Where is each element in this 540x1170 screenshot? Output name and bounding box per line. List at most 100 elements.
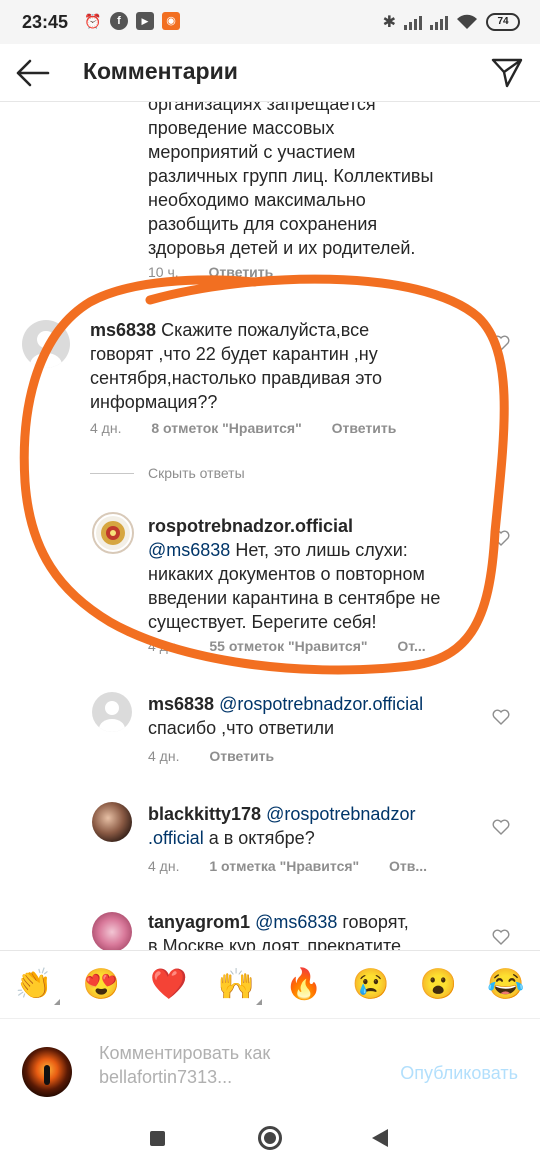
text-line: говорят ,что 22 будет карантин ,ну bbox=[90, 344, 378, 364]
comment-username[interactable]: rospotrebnadzor.official bbox=[148, 516, 353, 536]
like-heart-icon[interactable] bbox=[492, 819, 510, 835]
emblem-icon bbox=[96, 516, 130, 550]
partial-comment-text: организациях запрещается проведение масс… bbox=[148, 102, 433, 260]
mention-link-cont[interactable]: .official bbox=[148, 828, 204, 848]
text-span: а в октябре? bbox=[203, 828, 315, 848]
back-triangle-icon[interactable] bbox=[372, 1129, 388, 1147]
reply-button[interactable]: Ответить bbox=[209, 264, 274, 280]
text-line: никаких документов о повторном bbox=[148, 564, 425, 584]
text-line: tanyagrom1 @ms6838 говорят, bbox=[148, 910, 488, 934]
notification-icons: ⏰ f ▶ ◉ bbox=[84, 12, 180, 30]
text-line: информация?? bbox=[90, 392, 218, 412]
text-line: @ms6838 Нет, это лишь слухи: bbox=[148, 538, 488, 562]
facebook-icon: f bbox=[110, 12, 128, 30]
comment-time: 4 дн. bbox=[148, 638, 180, 654]
comment-text: tanyagrom1 @ms6838 говорят, в Москве кур… bbox=[148, 910, 488, 950]
text-line: существует. Берегите себя! bbox=[148, 612, 377, 632]
text-span: Нет, это лишь слухи: bbox=[230, 540, 408, 560]
comment-text: ms6838 Скажите пожалуйста,все говорят ,ч… bbox=[90, 318, 480, 414]
likes-count[interactable]: 8 отметок "Нравится" bbox=[151, 420, 301, 436]
avatar[interactable] bbox=[92, 802, 132, 842]
comment-username[interactable]: ms6838 bbox=[148, 694, 214, 714]
text-line: разобщить для сохранения bbox=[148, 214, 378, 234]
avatar-figure bbox=[44, 1065, 50, 1085]
comment-time: 10 ч. bbox=[148, 264, 179, 280]
publish-button[interactable]: Опубликовать bbox=[400, 1063, 518, 1084]
avatar[interactable] bbox=[22, 320, 70, 368]
reply-button[interactable]: Ответить bbox=[209, 748, 274, 764]
comment-time: 4 дн. bbox=[148, 748, 180, 764]
hide-replies-toggle[interactable]: Скрыть ответы bbox=[90, 465, 245, 481]
app-header: Комментарии bbox=[0, 44, 540, 102]
text-line: здоровья детей и их родителей. bbox=[148, 238, 416, 258]
comment-time: 4 дн. bbox=[90, 420, 122, 436]
mention-link[interactable]: @rospotrebnadzor.official bbox=[219, 694, 423, 714]
signal-2-icon bbox=[430, 14, 448, 30]
hide-replies-label: Скрыть ответы bbox=[148, 465, 245, 481]
like-heart-icon[interactable] bbox=[492, 530, 510, 546]
partial-comment-meta: 10 ч. Ответить bbox=[148, 264, 299, 280]
placeholder-line: bellafortin7313... bbox=[99, 1067, 233, 1087]
text-span: Скажите пожалуйста,все bbox=[156, 320, 370, 340]
like-heart-icon[interactable] bbox=[492, 335, 510, 351]
comment-text: rospotrebnadzor.official @ms6838 Нет, эт… bbox=[148, 514, 488, 634]
divider bbox=[90, 472, 134, 474]
battery-indicator: 74 bbox=[486, 13, 520, 31]
text-line: в Москве кур доят, прекратите bbox=[148, 936, 402, 950]
text-line: организациях запрещается bbox=[148, 102, 376, 114]
comment-meta: 4 дн. Ответить bbox=[148, 748, 300, 764]
text-line: сентября,настолько правдивая это bbox=[90, 368, 383, 388]
placeholder-line: Комментировать как bbox=[99, 1043, 271, 1063]
text-line: .official а в октябре? bbox=[148, 826, 488, 850]
comment-username[interactable]: ms6838 bbox=[90, 320, 156, 340]
comment-input[interactable]: Комментировать как bellafortin7313... bbox=[99, 1041, 369, 1089]
system-icons: ✱ 74 bbox=[383, 12, 520, 32]
reply-button[interactable]: От... bbox=[397, 638, 425, 654]
signal-icon bbox=[404, 14, 422, 30]
avatar[interactable] bbox=[92, 692, 132, 732]
current-user-avatar bbox=[22, 1047, 72, 1097]
mention-link[interactable]: @ms6838 bbox=[255, 912, 337, 932]
text-span: говорят, bbox=[337, 912, 409, 932]
likes-count[interactable]: 55 отметок "Нравится" bbox=[209, 638, 367, 654]
comment-text: blackkitty178 @rospotrebnadzor .official… bbox=[148, 802, 488, 850]
avatar[interactable] bbox=[92, 912, 132, 950]
mention-link[interactable]: @ms6838 bbox=[148, 540, 230, 560]
fire-emoji-icon[interactable]: 🔥 bbox=[284, 965, 324, 1005]
comment-username[interactable]: tanyagrom1 bbox=[148, 912, 250, 932]
app-notification-icon: ◉ bbox=[162, 12, 180, 30]
red-heart-emoji-icon[interactable]: ❤️ bbox=[149, 965, 189, 1005]
reply-button[interactable]: Отв... bbox=[389, 858, 427, 874]
back-arrow-icon[interactable] bbox=[14, 58, 50, 88]
status-bar: 23:45 ⏰ f ▶ ◉ ✱ 74 bbox=[0, 0, 540, 44]
tears-of-joy-emoji-icon[interactable]: 😂 bbox=[486, 965, 526, 1005]
home-icon[interactable] bbox=[258, 1126, 282, 1150]
direct-send-icon[interactable] bbox=[490, 56, 524, 88]
comment-text: ms6838 @rospotrebnadzor.official спасибо… bbox=[148, 692, 488, 740]
comment-meta: 4 дн. 1 отметка "Нравится" Отв... bbox=[148, 858, 453, 874]
likes-count[interactable]: 1 отметка "Нравится" bbox=[209, 858, 359, 874]
comments-list[interactable]: организациях запрещается проведение масс… bbox=[0, 102, 540, 950]
text-line: необходимо максимально bbox=[148, 190, 366, 210]
crying-face-emoji-icon[interactable]: 😢 bbox=[351, 965, 391, 1005]
youtube-icon: ▶ bbox=[136, 12, 154, 30]
clapping-hands-emoji-icon[interactable]: 👏 bbox=[14, 965, 60, 1005]
emoji-quick-bar: 👏 😍 ❤️ 🙌 🔥 😢 😮 😂 bbox=[0, 950, 540, 1018]
mention-link[interactable]: @rospotrebnadzor bbox=[266, 804, 415, 824]
heart-eyes-emoji-icon[interactable]: 😍 bbox=[81, 965, 121, 1005]
surprised-face-emoji-icon[interactable]: 😮 bbox=[419, 965, 459, 1005]
text-line: спасибо ,что ответили bbox=[148, 718, 335, 738]
text-line: проведение массовых bbox=[148, 118, 335, 138]
recent-apps-icon[interactable] bbox=[150, 1131, 165, 1146]
status-time: 23:45 bbox=[22, 12, 69, 32]
reply-button[interactable]: Ответить bbox=[332, 420, 397, 436]
like-heart-icon[interactable] bbox=[492, 929, 510, 945]
alarm-icon: ⏰ bbox=[84, 13, 102, 29]
raised-hands-emoji-icon[interactable]: 🙌 bbox=[216, 965, 263, 1005]
avatar[interactable] bbox=[92, 512, 134, 554]
text-line: мероприятий с участием bbox=[148, 142, 356, 162]
like-heart-icon[interactable] bbox=[492, 709, 510, 725]
comment-composer: Комментировать как bellafortin7313... Оп… bbox=[0, 1018, 540, 1106]
comment-username[interactable]: blackkitty178 bbox=[148, 804, 261, 824]
comment-meta: 4 дн. 8 отметок "Нравится" Ответить bbox=[90, 420, 422, 436]
